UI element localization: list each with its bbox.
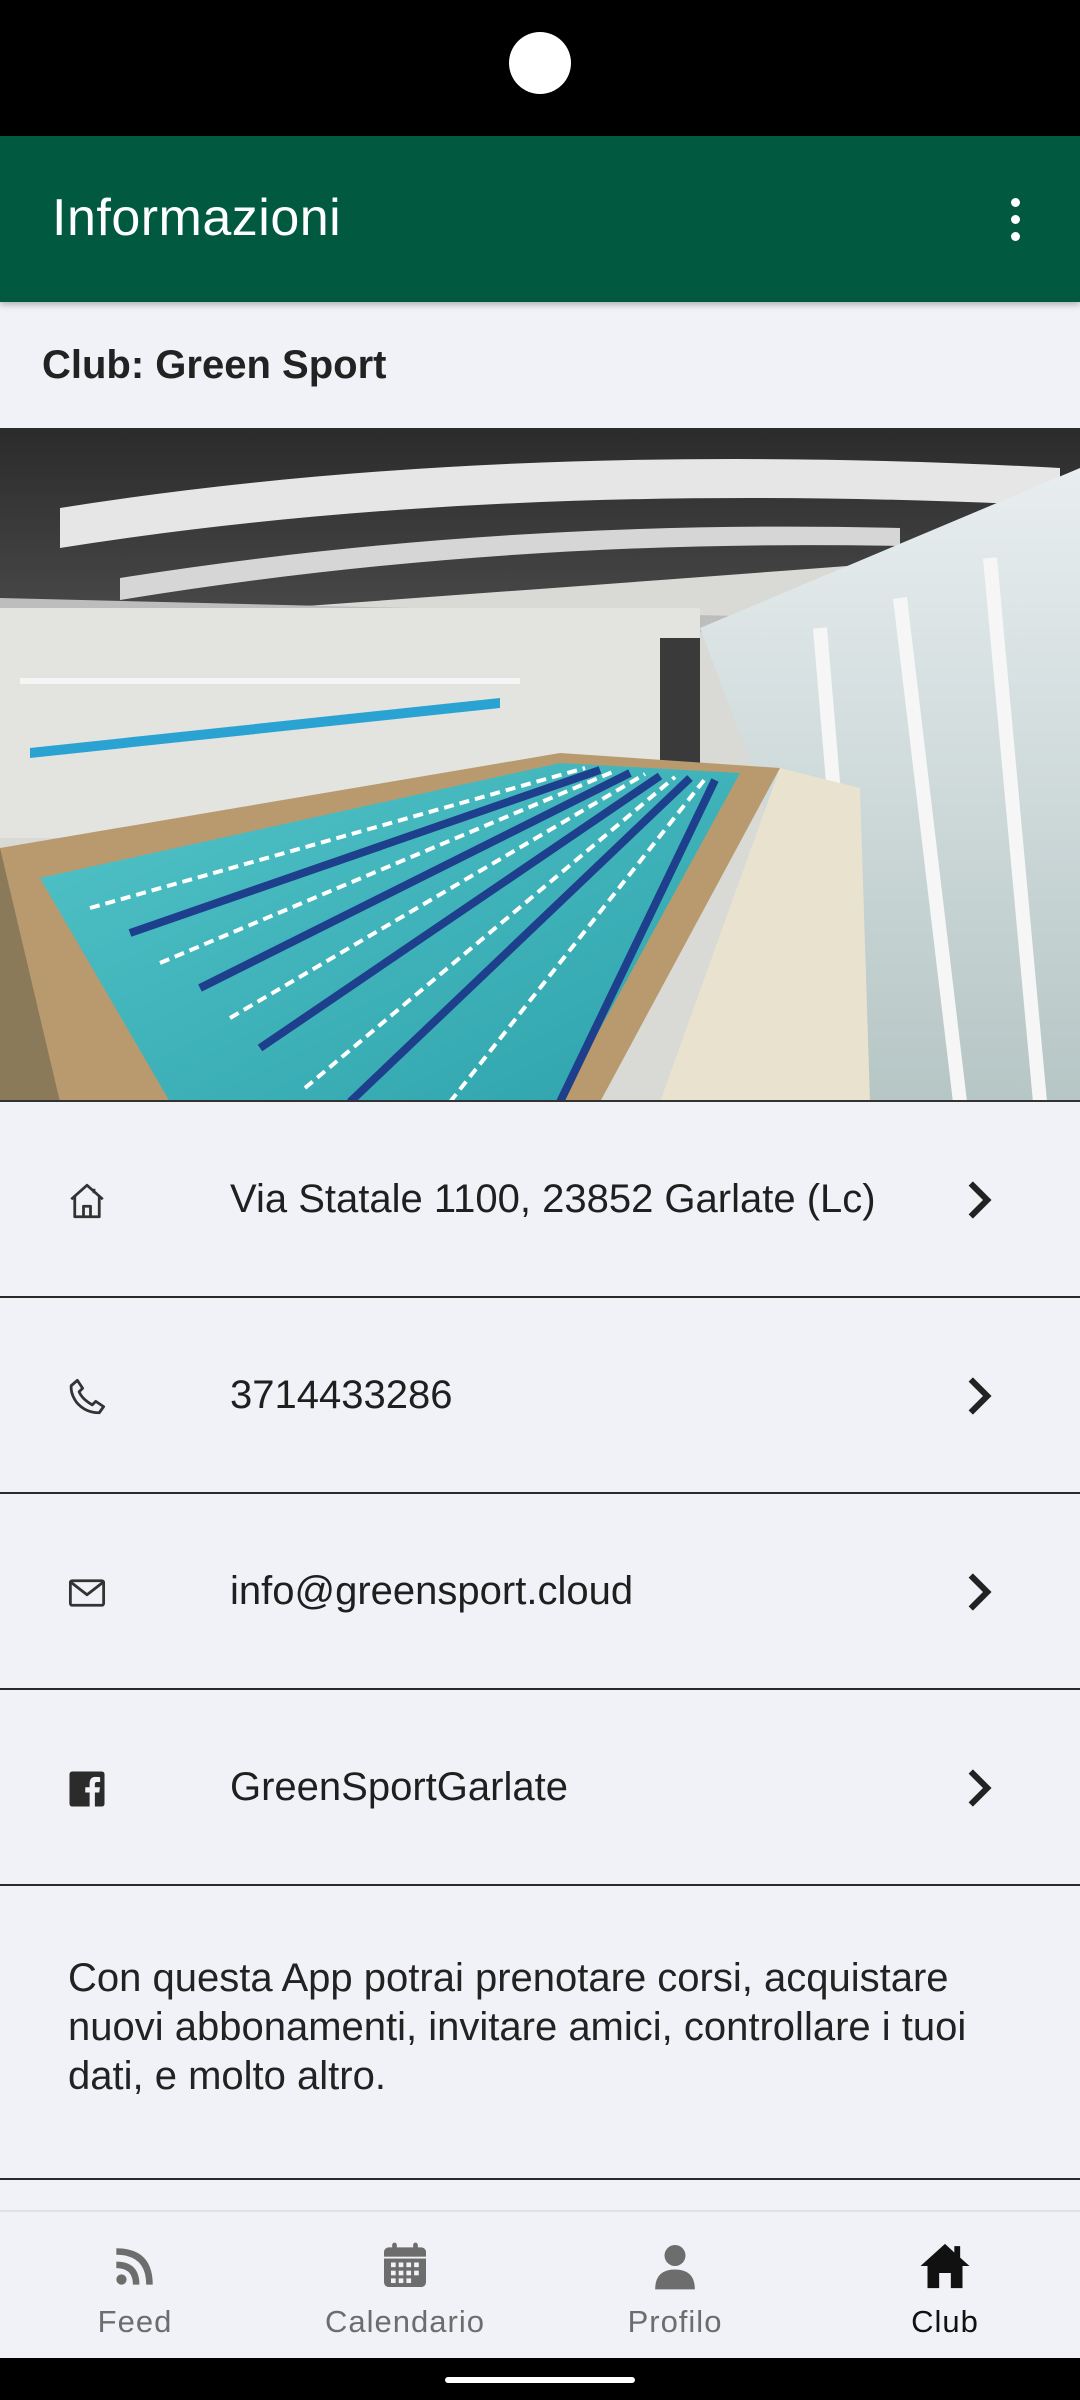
main-content: Club: Green Sport Via Statale 1100, 2385… xyxy=(0,302,1080,2210)
club-photo xyxy=(0,428,1080,1102)
nav-feed[interactable]: Feed xyxy=(0,2212,270,2358)
nav-profilo-label: Profilo xyxy=(627,2304,723,2339)
nav-club[interactable]: Club xyxy=(810,2212,1080,2358)
home-gesture-handle[interactable] xyxy=(445,2377,635,2383)
person-icon xyxy=(655,2245,695,2290)
app-bar: Informazioni xyxy=(0,136,1080,302)
phone-text: 3714433286 xyxy=(230,1372,453,1417)
calendar-icon xyxy=(384,2242,426,2287)
phone-row[interactable]: 3714433286 xyxy=(0,1298,1080,1494)
page-title: Informazioni xyxy=(52,189,342,247)
facebook-icon xyxy=(69,1771,105,1807)
email-row[interactable]: info@greensport.cloud xyxy=(0,1494,1080,1690)
chevron-right-icon xyxy=(968,1769,992,1807)
phone-icon xyxy=(69,1378,106,1415)
chevron-right-icon xyxy=(968,1573,992,1611)
nav-feed-label: Feed xyxy=(97,2304,173,2339)
bottom-navigation: Feed Calendario Profilo Club xyxy=(0,2210,1080,2358)
address-text: Via Statale 1100, 23852 Garlate (Lc) xyxy=(230,1176,876,1221)
chevron-right-icon xyxy=(968,1181,992,1219)
nav-calendario[interactable]: Calendario xyxy=(270,2212,540,2358)
camera-cutout xyxy=(509,32,571,94)
gesture-bar xyxy=(0,2358,1080,2400)
address-row[interactable]: Via Statale 1100, 23852 Garlate (Lc) xyxy=(0,1102,1080,1298)
more-vert-icon[interactable] xyxy=(970,174,1060,264)
nav-calendario-label: Calendario xyxy=(325,2304,485,2339)
home-icon xyxy=(70,1183,104,1219)
mail-icon xyxy=(68,1579,106,1607)
status-bar xyxy=(0,0,1080,136)
club-header: Club: Green Sport xyxy=(0,302,1080,428)
nav-club-label: Club xyxy=(911,2304,979,2339)
rss-feed-icon xyxy=(116,2248,153,2285)
club-label: Club: Green Sport xyxy=(42,342,387,387)
facebook-text: GreenSportGarlate xyxy=(230,1764,568,1809)
home-icon xyxy=(920,2243,970,2289)
email-text: info@greensport.cloud xyxy=(230,1568,634,1613)
facebook-row[interactable]: GreenSportGarlate xyxy=(0,1690,1080,1886)
club-description: Con questa App potrai prenotare corsi, a… xyxy=(0,1886,1080,2180)
chevron-right-icon xyxy=(968,1377,992,1415)
nav-profilo[interactable]: Profilo xyxy=(540,2212,810,2358)
